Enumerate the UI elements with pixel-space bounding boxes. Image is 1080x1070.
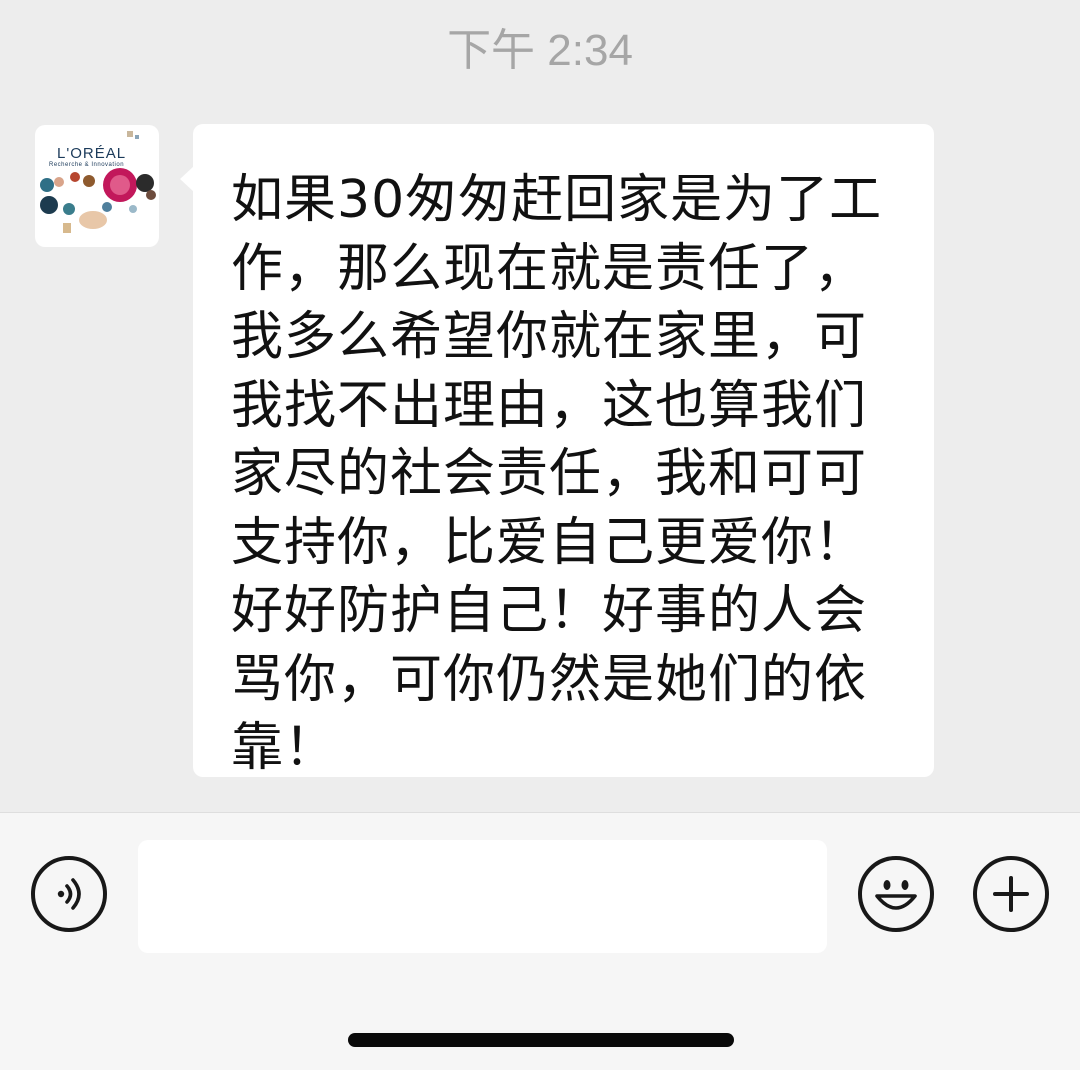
- emoji-button[interactable]: [858, 856, 934, 932]
- message-text: 如果30匆匆赶回家是为了工作，那么现在就是责任了，我多么希望你就在家里，可我找不…: [231, 170, 883, 778]
- voice-icon: [57, 878, 81, 910]
- emoji-icon: [875, 880, 917, 910]
- voice-button[interactable]: [31, 856, 107, 932]
- message-timestamp: 下午 2:34: [447, 26, 633, 75]
- input-bar: [0, 812, 1080, 1070]
- plus-button[interactable]: [973, 856, 1049, 932]
- avatar-subtitle-text: Recherche & Innovation: [49, 162, 125, 168]
- avatar-brand-text: L'ORÉAL: [57, 145, 127, 162]
- message-bubble[interactable]: 如果30匆匆赶回家是为了工作，那么现在就是责任了，我多么希望你就在家里，可我找不…: [180, 124, 934, 778]
- home-indicator[interactable]: [348, 1033, 734, 1047]
- avatar[interactable]: L'ORÉAL Recherche & Innovation: [35, 125, 159, 247]
- chat-area: 下午 2:34 L'ORÉAL Recherche & Innovation 如…: [0, 0, 1080, 812]
- bubble-tail: [180, 166, 194, 192]
- message-input[interactable]: [138, 840, 827, 953]
- loreal-logo-icon: [35, 125, 159, 247]
- plus-icon: [993, 876, 1029, 912]
